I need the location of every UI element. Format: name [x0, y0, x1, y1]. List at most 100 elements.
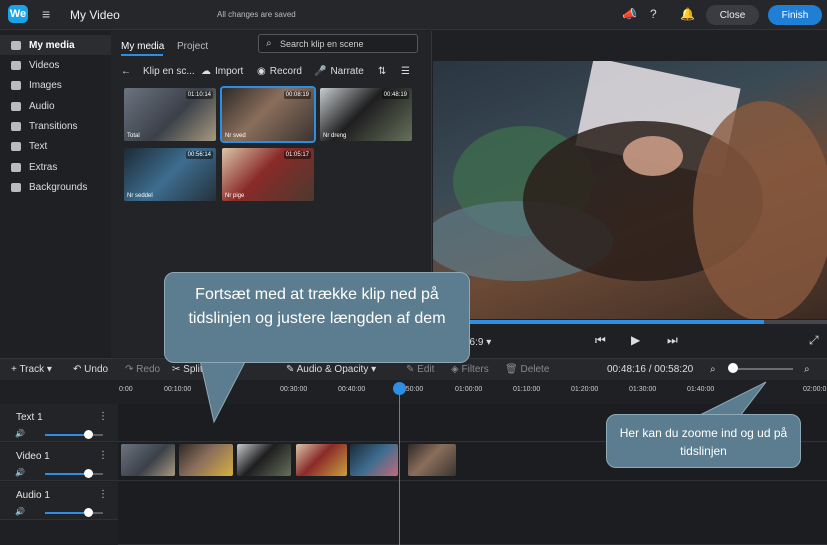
media-clip[interactable]: 00:08:19 Nr sved: [220, 86, 316, 143]
more-icon[interactable]: ⋮: [98, 489, 108, 500]
preview-frame: [433, 61, 827, 319]
finish-button[interactable]: Finish: [768, 5, 822, 25]
volume-icon[interactable]: 🔊: [15, 468, 25, 477]
clip-duration: 01:10:14: [185, 91, 213, 99]
sidebar-item-label: Images: [29, 79, 62, 91]
skip-forward-icon[interactable]: ⏭: [667, 333, 678, 348]
import-label: Import: [215, 66, 244, 77]
timeline-clip[interactable]: [121, 444, 175, 476]
sidebar-item-extras[interactable]: Extras: [0, 157, 111, 177]
volume-icon[interactable]: 🔊: [15, 429, 25, 438]
media-clip[interactable]: 01:10:14 Total: [124, 88, 216, 141]
track-header-audio: Audio 1 ⋮ 🔊: [0, 482, 118, 520]
bell-icon[interactable]: 🔔: [680, 7, 695, 21]
redo-label: Redo: [136, 364, 161, 375]
trash-icon: 🗑: [505, 364, 518, 375]
media-icon: [11, 40, 21, 50]
sidebar: My media Videos Images Audio Transitions…: [0, 31, 111, 357]
delete-button[interactable]: 🗑 Delete: [505, 364, 549, 375]
timecode: 00:48:16 / 00:58:20: [607, 364, 694, 375]
split-button[interactable]: ✂ Split: [172, 364, 203, 375]
more-icon[interactable]: ⋮: [98, 450, 108, 461]
tab-my-media[interactable]: My media: [121, 41, 164, 52]
add-track-button[interactable]: + Track ▾: [11, 364, 52, 375]
sidebar-item-audio[interactable]: Audio: [0, 96, 111, 116]
app-logo[interactable]: We: [8, 5, 28, 23]
sidebar-item-transitions[interactable]: Transitions: [0, 116, 111, 136]
skip-back-icon[interactable]: ⏮: [595, 333, 606, 348]
timeline-clip[interactable]: [179, 444, 233, 476]
undo-button[interactable]: ↶ Undo: [73, 364, 108, 375]
volume-slider-handle[interactable]: [84, 430, 93, 439]
volume-icon[interactable]: 🔊: [15, 507, 25, 516]
edit-button[interactable]: ✎ Edit: [406, 364, 434, 375]
sidebar-item-images[interactable]: Images: [0, 75, 111, 95]
sidebar-item-backgrounds[interactable]: Backgrounds: [0, 177, 111, 197]
callout-zoom-hint: Her kan du zoome ind og ud på tidslinjen: [606, 414, 801, 468]
timeline-ruler[interactable]: 0:00 00:10:00 00:30:00 00:40:00 00:50:00…: [0, 381, 827, 400]
timeline-clip[interactable]: [350, 444, 398, 476]
volume-slider-handle[interactable]: [84, 469, 93, 478]
audio-opacity-button[interactable]: ✎ Audio & Opacity ▾: [286, 364, 376, 375]
preview-progress-bar[interactable]: [433, 320, 827, 324]
narrate-button[interactable]: 🎤 Narrate: [314, 66, 364, 77]
redo-button[interactable]: ↷ Redo: [125, 364, 160, 375]
extras-icon: [11, 162, 21, 172]
volume-slider-fill: [45, 512, 88, 514]
fullscreen-icon[interactable]: ⤢: [809, 333, 819, 348]
callout-drag-hint: Fortsæt med at trække klip ned på tidsli…: [164, 272, 470, 363]
music-icon: [11, 101, 21, 111]
sidebar-item-label: Audio: [29, 100, 55, 112]
pencil-icon: ✎: [406, 364, 415, 375]
media-clip[interactable]: 00:48:19 Nr dreng: [320, 88, 412, 141]
more-icon[interactable]: ⋮: [98, 411, 108, 422]
media-clip[interactable]: 01:05:17 Nr pige: [222, 148, 314, 201]
timeline-clip[interactable]: [237, 444, 291, 476]
back-icon[interactable]: ←: [121, 66, 131, 77]
ruler-tick: 00:10:00: [164, 386, 192, 393]
clip-duration: 00:56:14: [185, 151, 213, 159]
volume-slider-handle[interactable]: [84, 508, 93, 517]
timeline-clip[interactable]: [296, 444, 347, 476]
zoom-in-icon[interactable]: ⌕: [804, 364, 810, 375]
filter-icon[interactable]: ☰: [401, 66, 410, 77]
video-editor: We ≡ My Video All changes are saved 📣 ? …: [0, 0, 827, 545]
track-name[interactable]: Video 1: [16, 451, 50, 462]
zoom-slider-handle[interactable]: [728, 363, 738, 373]
tab-project[interactable]: Project: [177, 41, 208, 52]
sidebar-item-label: Extras: [29, 161, 58, 173]
clip-name: Nr seddel: [127, 193, 153, 199]
folder-label[interactable]: Klip en sc...: [143, 66, 195, 77]
zoom-out-icon[interactable]: ⌕: [710, 364, 716, 375]
clip-name: Nr pige: [225, 193, 245, 199]
megaphone-icon[interactable]: 📣: [622, 7, 637, 21]
zoom-slider[interactable]: [733, 368, 793, 370]
sidebar-item-my-media[interactable]: My media: [0, 35, 111, 55]
filters-button[interactable]: ◈ Filters: [451, 364, 489, 375]
filter-icon: ◈: [451, 364, 459, 375]
close-button[interactable]: Close: [706, 5, 759, 25]
playhead-handle[interactable]: [393, 382, 406, 395]
project-title[interactable]: My Video: [70, 8, 120, 22]
track-name[interactable]: Text 1: [16, 412, 43, 423]
search-input[interactable]: [280, 37, 414, 51]
media-clip[interactable]: 00:56:14 Nr seddel: [124, 148, 216, 201]
timeline-clip[interactable]: [408, 444, 456, 476]
track-lane-audio[interactable]: [118, 482, 827, 545]
sidebar-item-label: Transitions: [29, 120, 78, 132]
save-status: All changes are saved: [217, 10, 296, 19]
import-button[interactable]: ☁ Import: [201, 66, 243, 77]
menu-icon[interactable]: ≡: [42, 6, 50, 22]
video-icon: [11, 60, 21, 70]
track-name[interactable]: Audio 1: [16, 490, 50, 501]
sidebar-item-text[interactable]: Text: [0, 136, 111, 156]
sort-icon[interactable]: ⇅: [378, 66, 386, 77]
video-preview[interactable]: [433, 61, 827, 319]
record-button[interactable]: ◉ Record: [257, 66, 302, 77]
search-box[interactable]: ⌕: [258, 34, 418, 53]
play-icon[interactable]: ▶: [631, 333, 640, 347]
sidebar-item-videos[interactable]: Videos: [0, 55, 111, 75]
sidebar-item-label: Text: [29, 140, 48, 152]
help-icon[interactable]: ?: [650, 7, 657, 21]
ruler-tick: 01:40:00: [687, 386, 715, 393]
